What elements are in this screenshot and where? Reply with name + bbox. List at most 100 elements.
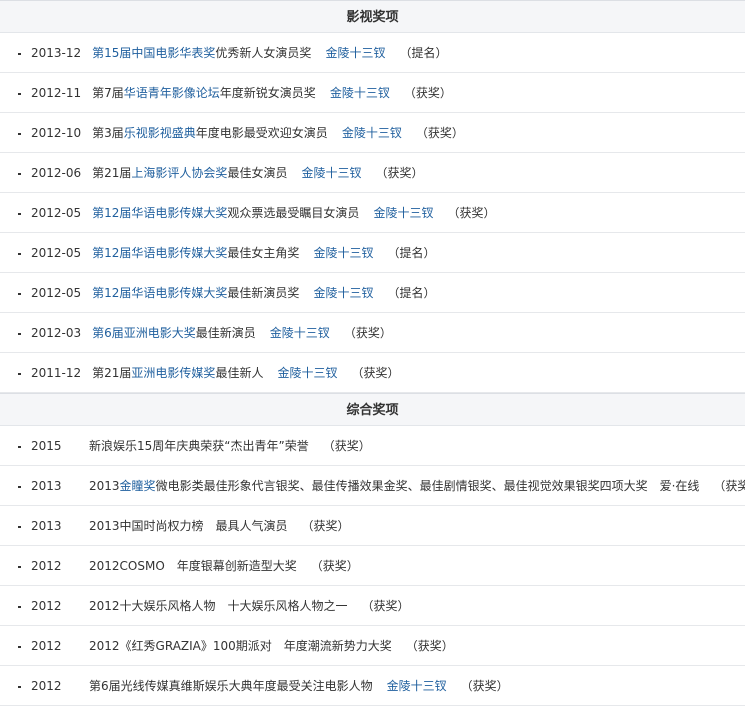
award-link[interactable]: 金瞳奖 [120, 479, 156, 493]
award-result: （获奖） [301, 519, 350, 533]
awards-container: 影视奖项 2013-12 第15届中国电影华表奖优秀新人女演员奖 金陵十三钗 （提名） 2… [0, 0, 745, 706]
award-date: 2012 [31, 599, 62, 613]
work-link[interactable]: 金陵十三钗 [325, 46, 385, 60]
award-text: 观众票选最受瞩目女演员 [227, 206, 360, 220]
award-date: 2012 [31, 639, 62, 653]
award-result: （获奖） [310, 559, 359, 573]
award-text: 优秀新人女演员奖 [215, 46, 312, 60]
award-text: 最佳新演员 [195, 326, 256, 340]
award-result: （获奖） [403, 86, 452, 100]
bullet-dash-icon [18, 212, 21, 215]
award-list: 2013-12 第15届中国电影华表奖优秀新人女演员奖 金陵十三钗 （提名） 2012-… [0, 33, 745, 393]
bullet-dash-icon [18, 92, 21, 95]
award-row: 2012-05 第12届华语电影传媒大奖最佳女主角奖 金陵十三钗 （提名） [0, 233, 745, 273]
bullet-dash-icon [18, 52, 21, 55]
award-link[interactable]: 第12届华语电影传媒大奖 [92, 286, 227, 300]
award-text: 2012COSMO 年度银幕创新造型大奖 [89, 559, 297, 573]
bullet-dash-icon [18, 645, 21, 648]
award-row: 2012 2012十大娱乐风格人物 十大娱乐风格人物之一 （获奖） [0, 586, 745, 626]
award-link[interactable]: 亚洲电影传媒奖 [131, 366, 215, 380]
award-link[interactable]: 乐视影视盛典 [124, 126, 196, 140]
award-result: （获奖） [375, 166, 424, 180]
work-link[interactable]: 金陵十三钗 [387, 679, 447, 693]
bullet-dash-icon [18, 485, 21, 488]
work-link[interactable]: 金陵十三钗 [301, 166, 361, 180]
bullet-dash-icon [18, 252, 21, 255]
award-text: 新浪娱乐15周年庆典荣获“杰出青年”荣誉 [89, 439, 309, 453]
award-result: （获奖） [361, 599, 410, 613]
award-text: 微电影类最佳形象代言银奖、最佳传播效果金奖、最佳剧情银奖、最佳视觉效果银奖四项大… [155, 479, 700, 493]
bullet-dash-icon [18, 172, 21, 175]
award-date: 2012-06 [31, 166, 82, 180]
award-row: 2015 新浪娱乐15周年庆典荣获“杰出青年”荣誉 （获奖） [0, 426, 745, 466]
award-text: 年度电影最受欢迎女演员 [195, 126, 328, 140]
award-row: 2012 2012COSMO 年度银幕创新造型大奖 （获奖） [0, 546, 745, 586]
award-text: 第21届 [92, 166, 132, 180]
bullet-dash-icon [18, 685, 21, 688]
award-date: 2012-10 [31, 126, 82, 140]
award-link[interactable]: 上海影评人协会奖 [131, 166, 227, 180]
award-result: （获奖） [713, 479, 745, 493]
award-date: 2012 [31, 559, 62, 573]
award-text: 第7届 [92, 86, 124, 100]
award-link[interactable]: 第12届华语电影传媒大奖 [92, 246, 227, 260]
award-list: 2015 新浪娱乐15周年庆典荣获“杰出青年”荣誉 （获奖） 2013 2013金瞳奖微… [0, 426, 745, 706]
award-row: 2012 第6届光线传媒真维斯娱乐大典年度最受关注电影人物 金陵十三钗 （获奖） [0, 666, 745, 706]
work-link[interactable]: 金陵十三钗 [342, 126, 402, 140]
award-text: 第21届 [92, 366, 132, 380]
award-text: 2012《红秀GRAZIA》100期派对 年度潮流新势力大奖 [89, 639, 392, 653]
work-link[interactable]: 金陵十三钗 [330, 86, 390, 100]
award-result: （提名） [387, 286, 436, 300]
award-row: 2012-05 第12届华语电影传媒大奖观众票选最受瞩目女演员 金陵十三钗 （获奖） [0, 193, 745, 233]
award-result: （提名） [387, 246, 436, 260]
award-result: （获奖） [343, 326, 392, 340]
award-date: 2012-05 [31, 246, 82, 260]
work-link[interactable]: 金陵十三钗 [313, 246, 373, 260]
work-link[interactable]: 金陵十三钗 [373, 206, 433, 220]
award-text: 最佳女演员 [227, 166, 288, 180]
award-text: 最佳女主角奖 [227, 246, 300, 260]
award-link[interactable]: 第12届华语电影传媒大奖 [92, 206, 227, 220]
award-row: 2012-06 第21届上海影评人协会奖最佳女演员 金陵十三钗 （获奖） [0, 153, 745, 193]
award-text: 最佳新人 [215, 366, 264, 380]
award-link[interactable]: 华语青年影像论坛 [124, 86, 220, 100]
award-result: （获奖） [351, 366, 400, 380]
bullet-dash-icon [18, 445, 21, 448]
section-header: 综合奖项 [0, 393, 745, 426]
award-text: 最佳新演员奖 [227, 286, 300, 300]
bullet-dash-icon [18, 292, 21, 295]
award-row: 2012-10 第3届乐视影视盛典年度电影最受欢迎女演员 金陵十三钗 （获奖） [0, 113, 745, 153]
award-text: 2012十大娱乐风格人物 十大娱乐风格人物之一 [89, 599, 348, 613]
bullet-dash-icon [18, 332, 21, 335]
award-row: 2013-12 第15届中国电影华表奖优秀新人女演员奖 金陵十三钗 （提名） [0, 33, 745, 73]
award-date: 2012 [31, 679, 62, 693]
award-date: 2011-12 [31, 366, 82, 380]
award-row: 2013 2013中国时尚权力榜 最具人气演员 （获奖） [0, 506, 745, 546]
work-link[interactable]: 金陵十三钗 [270, 326, 330, 340]
award-date: 2012-03 [31, 326, 82, 340]
bullet-dash-icon [18, 132, 21, 135]
award-result: （获奖） [322, 439, 371, 453]
work-link[interactable]: 金陵十三钗 [277, 366, 337, 380]
award-text: 2013 [89, 479, 120, 493]
bullet-dash-icon [18, 525, 21, 528]
award-link[interactable]: 第6届亚洲电影大奖 [92, 326, 196, 340]
award-date: 2012-05 [31, 286, 82, 300]
award-row: 2012-03 第6届亚洲电影大奖最佳新演员 金陵十三钗 （获奖） [0, 313, 745, 353]
award-text: 2013中国时尚权力榜 最具人气演员 [89, 519, 288, 533]
award-row: 2013 2013金瞳奖微电影类最佳形象代言银奖、最佳传播效果金奖、最佳剧情银奖、… [0, 466, 745, 506]
award-date: 2012-11 [31, 86, 82, 100]
award-result: （获奖） [460, 679, 509, 693]
award-row: 2012-05 第12届华语电影传媒大奖最佳新演员奖 金陵十三钗 （提名） [0, 273, 745, 313]
bullet-dash-icon [18, 565, 21, 568]
award-link[interactable]: 第15届中国电影华表奖 [92, 46, 215, 60]
award-text: 第3届 [92, 126, 124, 140]
bullet-dash-icon [18, 372, 21, 375]
work-link[interactable]: 金陵十三钗 [313, 286, 373, 300]
award-date: 2013 [31, 479, 62, 493]
award-text: 年度新锐女演员奖 [219, 86, 316, 100]
award-date: 2013-12 [31, 46, 82, 60]
award-result: （获奖） [415, 126, 464, 140]
award-row: 2012 2012《红秀GRAZIA》100期派对 年度潮流新势力大奖 （获奖） [0, 626, 745, 666]
award-text: 第6届光线传媒真维斯娱乐大典年度最受关注电影人物 [89, 679, 373, 693]
